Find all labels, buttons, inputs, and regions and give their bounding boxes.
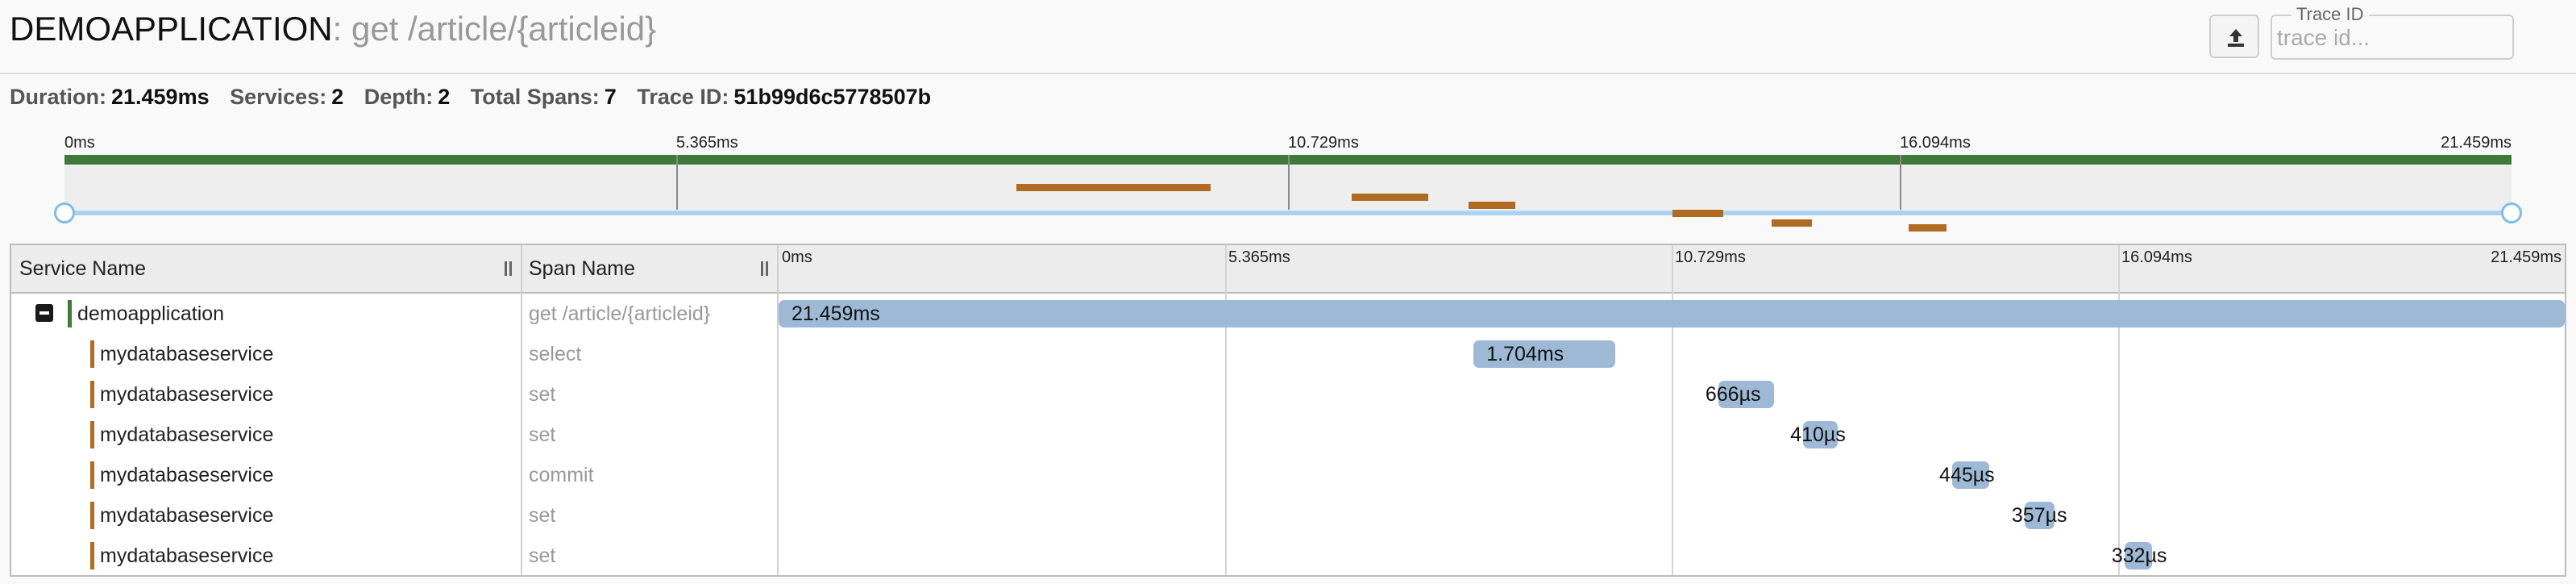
timeline-tick-label: 16.094ms	[2121, 248, 2192, 266]
timeline-tick-label: 0ms	[782, 248, 812, 266]
minimap-span-bar	[1672, 210, 1723, 217]
trace-id-input[interactable]	[2275, 23, 2504, 53]
service-color-bar	[68, 300, 72, 327]
span-name: set	[529, 544, 556, 567]
duration-label: Duration:	[10, 85, 106, 109]
span-name: commit	[529, 464, 594, 486]
service-color-bar	[90, 502, 94, 529]
service-column-resize-handle[interactable]	[505, 261, 513, 276]
span-duration-label: 357µs	[2011, 504, 2067, 527]
service-color-bar	[90, 340, 94, 368]
total-spans-label: Total Spans:	[470, 85, 600, 109]
span-name: get /article/{articleid}	[529, 302, 711, 325]
timeline-tick-label: 21.459ms	[2491, 248, 2561, 266]
span-row[interactable]: mydatabaseservice commit 445µs	[11, 455, 2565, 495]
timeline-tick-label: 10.729ms	[1675, 248, 1746, 266]
trace-id-summary-label: Trace ID:	[637, 85, 729, 109]
collapse-toggle-icon[interactable]	[35, 304, 53, 322]
service-name: mydatabaseservice	[100, 464, 274, 486]
trace-minimap[interactable]: 0ms 5.365ms 10.729ms 16.094ms 21.459ms	[54, 129, 2522, 232]
minimap-tick-label: 21.459ms	[2441, 134, 2512, 152]
service-color-bar	[90, 421, 94, 448]
minimap-range-track[interactable]	[64, 211, 2512, 215]
minimap-tick-line	[1288, 155, 1290, 210]
service-name: mydatabaseservice	[100, 343, 274, 365]
minimap-span-bar	[1771, 219, 1813, 227]
span-name: select	[529, 343, 582, 365]
minimap-span-bar	[1468, 202, 1515, 209]
minimap-tick-line	[1900, 155, 1901, 210]
timeline-tick-label: 5.365ms	[1228, 248, 1290, 266]
minimap-tick-label: 5.365ms	[676, 134, 738, 152]
span-column-resize-handle[interactable]	[761, 261, 769, 276]
span-row[interactable]: demoapplication get /article/{articleid} 2…	[11, 294, 2565, 334]
depth-value: 2	[438, 85, 451, 109]
depth-label: Depth:	[364, 85, 434, 109]
span-row[interactable]: mydatabaseservice select 1.704ms	[11, 334, 2565, 374]
span-row[interactable]: mydatabaseservice set 357µs	[11, 495, 2565, 536]
span-duration-label: 410µs	[1790, 423, 1846, 446]
duration-value: 21.459ms	[110, 85, 210, 109]
service-color-bar	[90, 461, 94, 489]
span-name-header: Span Name	[529, 257, 636, 280]
total-spans-value: 7	[604, 85, 617, 109]
span-name: set	[529, 383, 556, 406]
span-duration-bar[interactable]	[779, 300, 2565, 327]
trace-id-summary-value: 51b99d6c5778507b	[733, 85, 932, 109]
span-duration-label: 21.459ms	[791, 302, 880, 325]
minimap-tick-label: 10.729ms	[1288, 134, 1359, 152]
services-value: 2	[331, 85, 344, 109]
service-color-bar	[90, 542, 94, 569]
minimap-span-bar	[1908, 224, 1947, 232]
page-title: DEMOAPPLICATION: get /article/{articleid…	[10, 6, 656, 52]
span-duration-label: 666µs	[1705, 383, 1761, 406]
service-name: demoapplication	[77, 302, 225, 325]
trace-span-table: Service Name Span Name 0ms 5.365ms 10.729m…	[10, 244, 2566, 577]
trace-operation-name: : get /article/{articleid}	[332, 10, 657, 48]
span-row[interactable]: mydatabaseservice set 332µs	[11, 536, 2565, 576]
minimap-tick-label: 16.094ms	[1900, 134, 1971, 152]
service-name: mydatabaseservice	[100, 423, 274, 446]
page-header: DEMOAPPLICATION: get /article/{articleid…	[0, 0, 2576, 74]
minimap-span-bar	[1016, 184, 1211, 191]
span-duration-label: 1.704ms	[1486, 343, 1564, 365]
trace-id-field: Trace ID	[2271, 5, 2514, 60]
upload-trace-button[interactable]	[2209, 15, 2259, 58]
service-color-bar	[90, 381, 94, 408]
minimap-start-handle[interactable]	[54, 202, 75, 223]
span-row[interactable]: mydatabaseservice set 666µs	[11, 374, 2565, 415]
service-name: mydatabaseservice	[100, 504, 274, 527]
span-duration-label: 445µs	[1939, 464, 1995, 486]
minimap-span-bar	[1352, 194, 1428, 201]
span-name: set	[529, 504, 556, 527]
service-name-header: Service Name	[19, 257, 146, 280]
services-label: Services:	[230, 85, 327, 109]
minimap-tick-line	[676, 155, 678, 210]
upload-icon	[2228, 29, 2244, 47]
trace-id-label: Trace ID	[2291, 5, 2369, 24]
span-duration-label: 332µs	[2111, 544, 2167, 567]
service-name: mydatabaseservice	[100, 544, 274, 567]
span-name: set	[529, 423, 556, 446]
trace-service-name: DEMOAPPLICATION	[10, 10, 333, 48]
minimap-end-handle[interactable]	[2501, 202, 2522, 223]
minimap-tick-label: 0ms	[64, 134, 95, 152]
span-row[interactable]: mydatabaseservice set 410µs	[11, 415, 2565, 455]
service-name: mydatabaseservice	[100, 383, 274, 406]
trace-summary: Duration: 21.459ms Services: 2 Depth: 2 Tot…	[10, 82, 945, 111]
